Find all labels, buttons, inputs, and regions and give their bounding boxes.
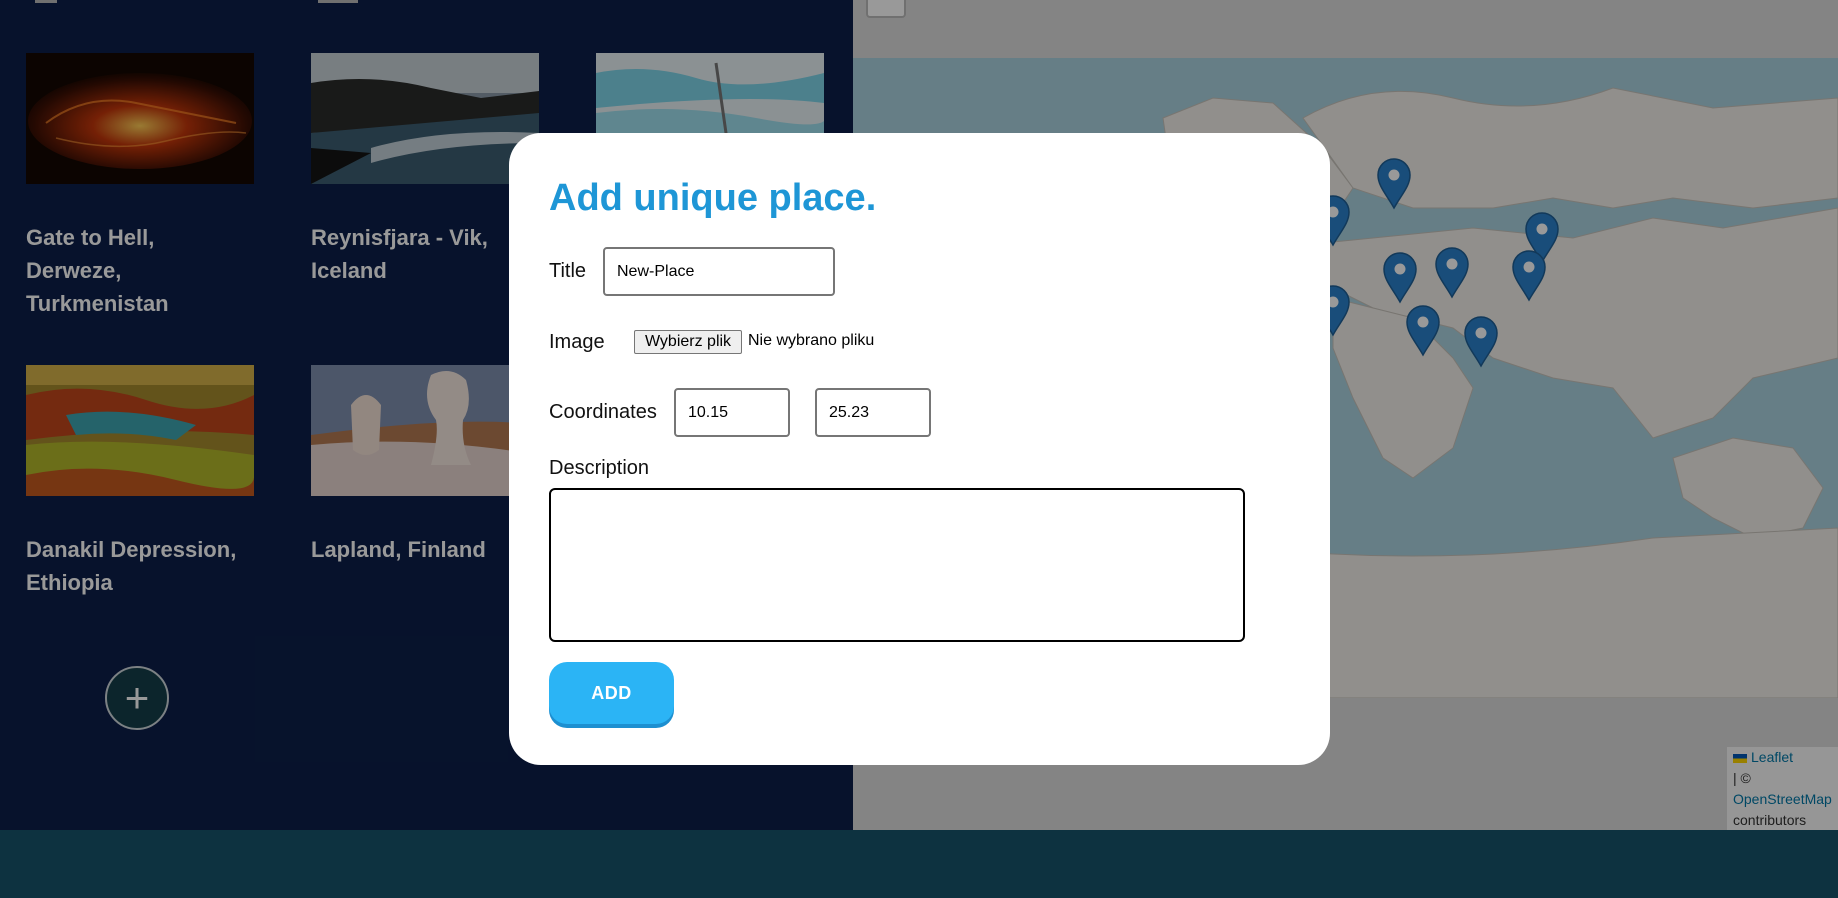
image-label: Image: [549, 331, 605, 353]
latitude-input[interactable]: [674, 388, 790, 437]
modal-heading: Add unique place.: [549, 177, 877, 219]
description-textarea[interactable]: [549, 488, 1245, 642]
choose-file-button[interactable]: Wybierz plik: [634, 330, 742, 354]
longitude-input[interactable]: [815, 388, 931, 437]
title-input[interactable]: [603, 247, 835, 296]
file-status: Nie wybrano pliku: [748, 332, 875, 349]
add-place-modal: Add unique place. Title Image Wybierz pl…: [509, 133, 1330, 765]
title-label: Title: [549, 260, 587, 282]
coordinates-label: Coordinates: [549, 401, 657, 423]
add-button[interactable]: ADD: [549, 662, 674, 724]
description-label: Description: [549, 457, 650, 479]
